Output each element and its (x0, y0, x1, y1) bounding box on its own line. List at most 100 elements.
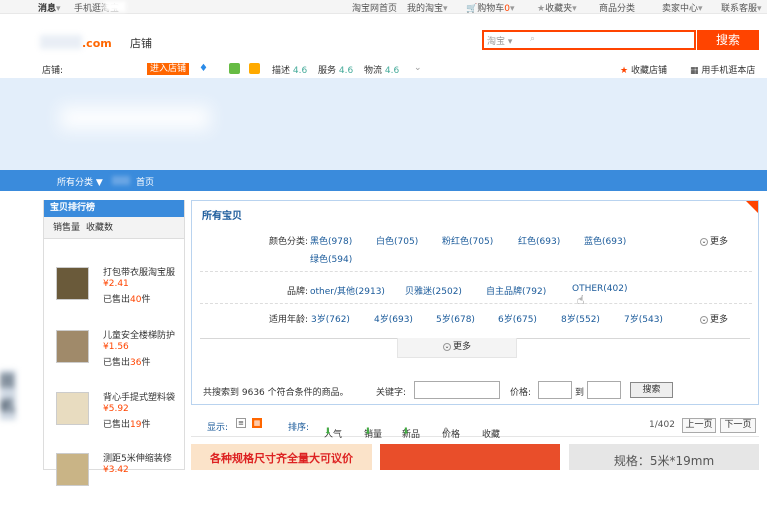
filter-label: 颜色分类: (268, 237, 308, 247)
next-page-button[interactable]: 下一页 (720, 418, 756, 433)
sort-bar: 显示: ≡ ▦ 排序: 人气 ⬇ 销量 ⬇ 新品 ⬇ 价格 ⇕ 收藏 ⌄ 1/402 上一… (191, 413, 759, 440)
filter-label: 适用年龄: (268, 315, 308, 325)
filter-option[interactable]: 红色(693) (518, 234, 560, 247)
filter-option[interactable]: 8岁(552) (561, 312, 600, 325)
mobile-shop-button[interactable]: ▦ 用手机逛本店 (690, 63, 755, 76)
topbar-seller-center[interactable]: 卖家中心▾ (662, 1, 703, 14)
in-shop-search-button[interactable]: 搜索 (630, 382, 673, 398)
filter-option[interactable]: other/其他(2913) (310, 284, 385, 297)
list-item[interactable]: 打包带衣服淘宝服 ¥2.41 已售出40件 (54, 267, 184, 327)
topbar-contact[interactable]: 联系客服▾ (721, 1, 762, 14)
product-sold: 已售出19件 (103, 420, 151, 430)
filter-option[interactable]: 5岁(678) (436, 312, 475, 325)
rating-logistics: 物流 4.6 (364, 66, 400, 76)
site-logo[interactable]: .com (82, 37, 112, 50)
badge-icon (249, 63, 260, 74)
chevron-down-icon: ⌄ (482, 427, 490, 437)
product-image[interactable] (56, 330, 89, 363)
product-image[interactable] (56, 392, 89, 425)
topbar-my-taobao[interactable]: 我的淘宝▾ (407, 1, 448, 14)
keyword-input[interactable] (414, 381, 500, 399)
chevron-down-icon[interactable]: ⌄ (414, 63, 422, 73)
topbar-home-link[interactable]: 淘宝网首页 (352, 1, 397, 14)
shop-nav: 所有分类 ▼ 首页 (0, 170, 767, 191)
rating-service: 服务 4.6 (318, 66, 354, 76)
nav-all-categories[interactable]: 所有分类 ▼ (57, 175, 103, 188)
search-icon: ⌕ (530, 34, 536, 44)
chevron-down-icon: ⌄ (700, 315, 708, 324)
blur-region (70, 63, 140, 74)
panel-title: 所有宝贝 (202, 211, 242, 222)
enter-shop-button[interactable]: 进入店铺 (147, 63, 190, 75)
filter-more-button[interactable]: ⌄ 更多 (700, 234, 728, 247)
price-max-input[interactable] (587, 381, 621, 399)
grid-view-icon[interactable]: ▦ (252, 418, 262, 428)
ranking-sidebar: 宝贝排行榜 销售量 收藏数 打包带衣服淘宝服 ¥2.41 已售出40件 儿童安全楼… (43, 200, 185, 486)
search-scope-select[interactable]: 淘宝 ▾ (487, 34, 512, 47)
shop-header: .com 店铺 淘宝 ▾ ⌕ 搜索 店铺: 进入店铺 ♦ 描述 4.6 服务 4… (0, 15, 767, 77)
product-banner[interactable] (380, 444, 560, 470)
filter-option[interactable]: 6岁(675) (498, 312, 537, 325)
list-item[interactable]: 儿童安全楼梯防护 ¥1.56 已售出36件 (54, 330, 184, 390)
page-indicator: 1/402 (649, 420, 675, 430)
price-to-label: 到 (575, 388, 585, 398)
product-name[interactable]: 儿童安全楼梯防护 (103, 328, 175, 341)
product-name[interactable]: 背心手提式塑料袋 (103, 390, 175, 403)
ranking-tabs: 销售量 收藏数 (44, 217, 184, 239)
arrow-down-icon: ⬇ (324, 427, 332, 437)
filter-option[interactable]: 7岁(543) (624, 312, 663, 325)
shop-word: 店铺 (130, 37, 152, 50)
list-view-icon[interactable]: ≡ (236, 418, 246, 428)
side-fragment: 回机 (0, 370, 16, 420)
prev-page-button[interactable]: 上一页 (682, 418, 716, 433)
list-item[interactable]: 背心手提式塑料袋 ¥5.92 已售出19件 (54, 392, 184, 452)
display-label: 显示: (207, 423, 229, 433)
filter-option[interactable]: 自主品牌(792) (486, 284, 546, 297)
top-bar: 消息▾ 手机逛淘宝 淘宝网首页 我的淘宝▾ 🛒购物车0▾ ★收藏夹▾ 商品分类 … (0, 0, 767, 14)
ranking-title: 宝贝排行榜 (44, 200, 184, 217)
search-button[interactable]: 搜索 (697, 30, 759, 50)
expand-more-button[interactable]: ⌄ 更多 (397, 338, 517, 358)
price-min-input[interactable] (538, 381, 572, 399)
blur-region (104, 1, 126, 12)
topbar-categories[interactable]: 商品分类 (599, 1, 635, 14)
product-image[interactable] (56, 267, 89, 300)
shop-info-line: 店铺: 进入店铺 ♦ 描述 4.6 服务 4.6 物流 4.6 ⌄ ★ 收藏店铺… (0, 61, 767, 77)
list-item[interactable]: 测距5米伸缩装修 ¥3.42 (54, 453, 184, 513)
product-banner[interactable]: 规格：5米*19mm (569, 444, 759, 470)
filter-option[interactable]: 4岁(693) (374, 312, 413, 325)
filter-more-button[interactable]: ⌄ 更多 (700, 312, 728, 325)
favorite-shop-button[interactable]: ★ 收藏店铺 (620, 63, 667, 76)
product-sold: 已售出40件 (103, 295, 151, 305)
shop-banner (0, 78, 767, 170)
filter-option[interactable]: 贝雅迷(2502) (405, 284, 462, 297)
hand-cursor-icon: ☝ (577, 293, 585, 307)
nav-home[interactable]: 首页 (136, 175, 154, 188)
filter-option[interactable]: 黑色(978) (310, 234, 352, 247)
product-banner[interactable]: 各种规格尺寸齐全量大可议价 (191, 444, 372, 470)
keyword-label: 关键字: (376, 388, 407, 398)
all-items-panel: 所有宝贝 颜色分类: 黑色(978) 白色(705) 粉红色(705) 红色(6… (191, 200, 759, 405)
filter-option[interactable]: 白色(705) (376, 234, 418, 247)
filter-option[interactable]: 3岁(762) (311, 312, 350, 325)
filter-option[interactable]: 蓝色(693) (584, 234, 626, 247)
topbar-favorites[interactable]: ★收藏夹▾ (537, 1, 577, 14)
blurred-shop-name (60, 106, 210, 130)
arrow-down-icon: ⬇ (402, 427, 410, 437)
product-name[interactable]: 打包带衣服淘宝服 (103, 265, 175, 278)
blur-region (112, 176, 130, 185)
product-price: ¥2.41 (103, 279, 129, 289)
filter-option[interactable]: 粉红色(705) (442, 234, 493, 247)
search-box[interactable]: 淘宝 ▾ ⌕ (482, 30, 696, 50)
cart-icon: 🛒 (466, 4, 478, 14)
topbar-messages[interactable]: 消息▾ (38, 1, 61, 14)
tab-sales[interactable]: 销售量 (53, 223, 80, 233)
star-icon: ★ (620, 66, 629, 76)
topbar-cart[interactable]: 🛒购物车0▾ (466, 1, 515, 14)
filter-option[interactable]: 绿色(594) (310, 252, 352, 265)
product-banners: 各种规格尺寸齐全量大可议价 规格：5米*19mm (191, 444, 759, 470)
tab-favorites[interactable]: 收藏数 (86, 223, 113, 233)
product-name[interactable]: 测距5米伸缩装修 (103, 451, 172, 464)
chevron-down-icon: ⌄ (442, 342, 451, 351)
rating-desc: 描述 4.6 (272, 66, 308, 76)
